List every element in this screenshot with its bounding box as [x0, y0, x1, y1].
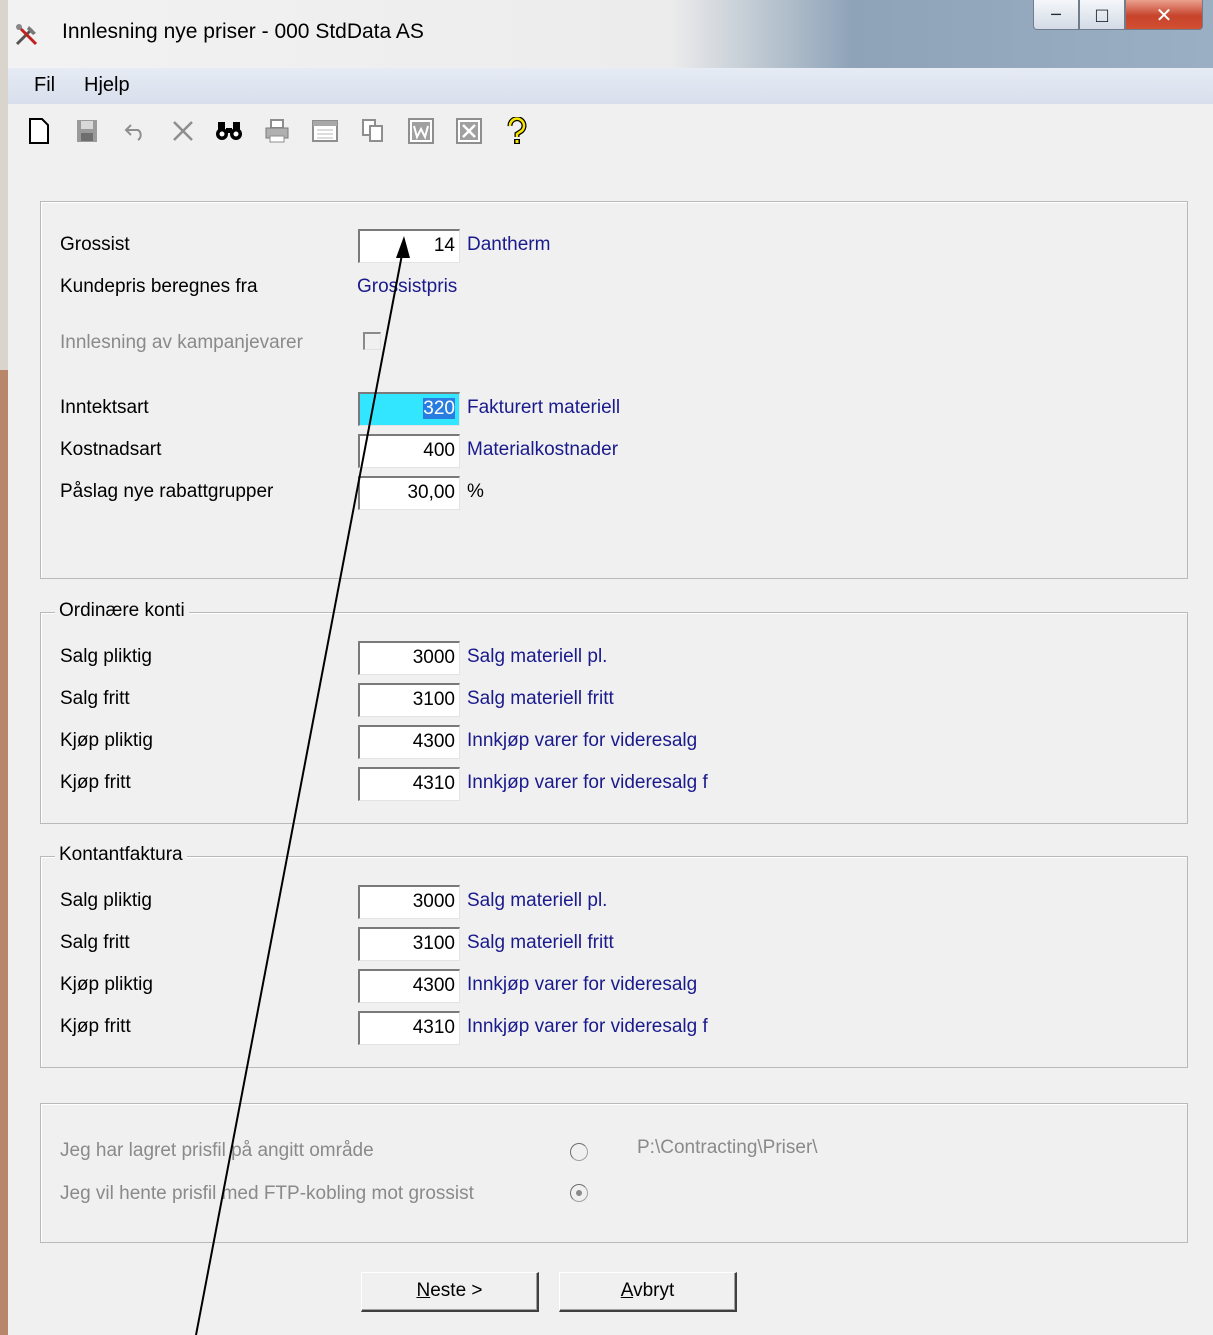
annotation-arrow	[195, 236, 410, 1335]
